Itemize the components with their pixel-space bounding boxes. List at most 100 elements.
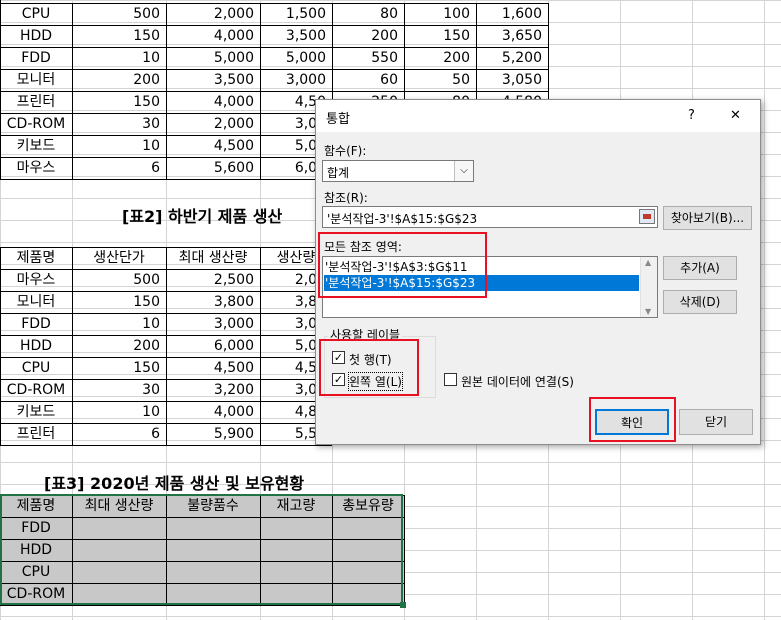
table2-title: [표2] 하반기 제품 생산 <box>122 207 283 226</box>
table-cell[interactable]: 150 <box>72 357 166 379</box>
row-label[interactable]: CPU <box>0 3 72 25</box>
row-label[interactable]: 키보드 <box>0 401 72 423</box>
highlight-all-references <box>318 232 487 298</box>
table-cell[interactable]: 5,600 <box>166 157 260 179</box>
table-cell[interactable]: 60 <box>332 69 404 91</box>
row-label[interactable]: 마우스 <box>0 269 72 291</box>
table-cell[interactable]: 3,000 <box>260 69 332 91</box>
row-label[interactable]: CD-ROM <box>0 113 72 135</box>
table-cell[interactable]: 10 <box>72 135 166 157</box>
table-cell[interactable]: 4,500 <box>166 357 260 379</box>
highlight-label-checkboxes <box>319 339 419 396</box>
row-label[interactable]: 모니터 <box>0 69 72 91</box>
help-button[interactable]: ? <box>688 108 695 123</box>
table-cell[interactable]: 2,000 <box>166 3 260 25</box>
gridline <box>0 0 781 1</box>
gridline <box>0 616 781 617</box>
row-label[interactable]: FDD <box>0 313 72 335</box>
function-label: 함수(F): <box>324 144 367 158</box>
cell-border <box>0 445 332 446</box>
table-cell[interactable]: 6 <box>72 157 166 179</box>
table-cell[interactable]: 5,000 <box>166 47 260 69</box>
table-cell[interactable]: 6,000 <box>166 335 260 357</box>
table-cell[interactable]: 3,800 <box>166 291 260 313</box>
table-cell[interactable]: 10 <box>72 47 166 69</box>
table-cell[interactable]: 4,000 <box>166 91 260 113</box>
reference-label: 참조(R): <box>324 191 368 205</box>
table-cell[interactable]: 150 <box>72 291 166 313</box>
add-button[interactable]: 추가(A) <box>663 256 737 280</box>
table-cell[interactable]: 3,500 <box>260 25 332 47</box>
column-header[interactable]: 최대 생산량 <box>166 247 260 269</box>
table-cell[interactable]: 2,500 <box>166 269 260 291</box>
selection-outline <box>0 494 403 605</box>
table-cell[interactable]: 4,500 <box>166 135 260 157</box>
row-label[interactable]: 프린터 <box>0 91 72 113</box>
table-cell[interactable]: 3,200 <box>166 379 260 401</box>
table-cell[interactable]: 550 <box>332 47 404 69</box>
delete-button[interactable]: 삭제(D) <box>663 290 737 314</box>
scroll-down-icon[interactable]: ▼ <box>645 307 651 316</box>
row-label[interactable]: HDD <box>0 25 72 47</box>
column-header[interactable]: 생산단가 <box>72 247 166 269</box>
highlight-ok-button <box>589 397 676 442</box>
table-cell[interactable]: 1,500 <box>260 3 332 25</box>
table-cell[interactable]: 100 <box>404 3 476 25</box>
browse-button[interactable]: 찾아보기(B)... <box>663 206 752 230</box>
table-cell[interactable]: 10 <box>72 313 166 335</box>
fill-handle[interactable] <box>400 602 406 608</box>
table-cell[interactable]: 3,650 <box>476 25 548 47</box>
row-label[interactable]: CPU <box>0 357 72 379</box>
column-header[interactable]: 제품명 <box>0 247 72 269</box>
table-cell[interactable]: 200 <box>72 335 166 357</box>
link-source-label: 원본 데이터에 연결(S) <box>461 375 574 389</box>
table-cell[interactable]: 150 <box>404 25 476 47</box>
gridline <box>764 0 765 620</box>
scroll-up-icon[interactable]: ▲ <box>645 258 651 267</box>
table-cell[interactable]: 500 <box>72 3 166 25</box>
close-icon[interactable]: ✕ <box>730 108 741 123</box>
reference-input[interactable]: '분석작업-3'!$A$15:$G$23 <box>322 206 658 228</box>
row-label[interactable]: 모니터 <box>0 291 72 313</box>
row-label[interactable]: 마우스 <box>0 157 72 179</box>
table-cell[interactable]: 4,000 <box>166 25 260 47</box>
table-cell[interactable]: 200 <box>404 47 476 69</box>
table-cell[interactable]: 50 <box>404 69 476 91</box>
table-cell[interactable]: 500 <box>72 269 166 291</box>
row-label[interactable]: 키보드 <box>0 135 72 157</box>
row-label[interactable]: FDD <box>0 47 72 69</box>
table-cell[interactable]: 5,000 <box>260 47 332 69</box>
gridline <box>0 462 781 463</box>
cell-border <box>0 605 404 606</box>
table-cell[interactable]: 30 <box>72 113 166 135</box>
link-source-checkbox[interactable]: 원본 데이터에 연결(S) <box>444 371 604 389</box>
table-cell[interactable]: 150 <box>72 91 166 113</box>
chevron-down-icon[interactable]: ⌵ <box>454 161 473 181</box>
table-cell[interactable]: 30 <box>72 379 166 401</box>
row-label[interactable]: 프린터 <box>0 423 72 445</box>
table-cell[interactable]: 5,200 <box>476 47 548 69</box>
table-cell[interactable]: 5,900 <box>166 423 260 445</box>
table-cell[interactable]: 1,600 <box>476 3 548 25</box>
table-cell[interactable]: 2,000 <box>166 113 260 135</box>
function-value: 합계 <box>327 166 350 180</box>
table-cell[interactable]: 200 <box>72 69 166 91</box>
table-cell[interactable]: 150 <box>72 25 166 47</box>
close-button[interactable]: 닫기 <box>679 409 753 435</box>
dialog-title: 통합 <box>326 112 350 127</box>
table-cell[interactable]: 4,000 <box>166 401 260 423</box>
list-scrollbar[interactable]: ▲ ▼ <box>640 257 657 317</box>
row-label[interactable]: CD-ROM <box>0 379 72 401</box>
table-cell[interactable]: 3,500 <box>166 69 260 91</box>
dialog-title-bar[interactable]: 통합 ? ✕ <box>316 100 760 132</box>
table-cell[interactable]: 200 <box>332 25 404 47</box>
row-label[interactable]: HDD <box>0 335 72 357</box>
function-select[interactable]: 합계 ⌵ <box>322 160 474 182</box>
table-cell[interactable]: 3,050 <box>476 69 548 91</box>
table3-title: [표3] 2020년 제품 생산 및 보유현황 <box>44 474 305 493</box>
table-cell[interactable]: 6 <box>72 423 166 445</box>
table-cell[interactable]: 10 <box>72 401 166 423</box>
table-cell[interactable]: 80 <box>332 3 404 25</box>
range-picker-icon[interactable] <box>639 209 655 224</box>
table-cell[interactable]: 3,000 <box>166 313 260 335</box>
